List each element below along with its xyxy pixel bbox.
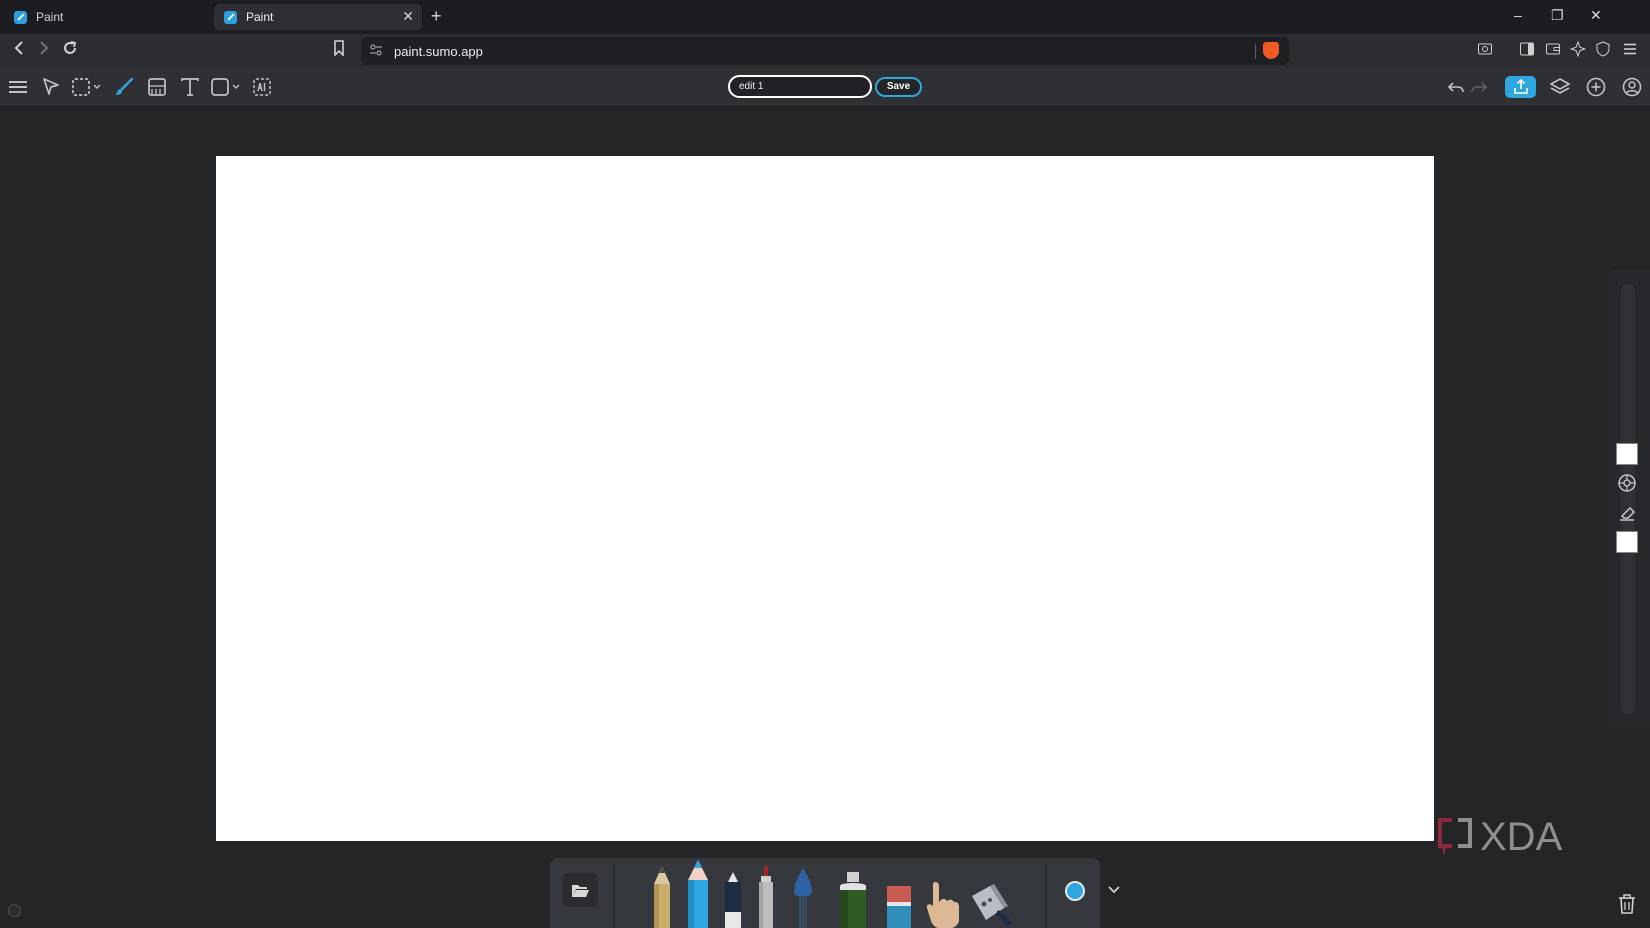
address-divider: [1255, 44, 1256, 59]
add-icon[interactable]: [1585, 76, 1607, 98]
leo-ai-icon[interactable]: [1569, 40, 1587, 61]
trash-icon[interactable]: [1617, 893, 1637, 915]
folder-icon: [572, 885, 589, 897]
brush-settings-panel: [1608, 270, 1650, 728]
tab-close-icon[interactable]: ✕: [402, 8, 414, 25]
fill-bucket-icon[interactable]: [968, 882, 1014, 928]
chevron-down-icon[interactable]: [1106, 882, 1122, 898]
text-icon[interactable]: [179, 76, 201, 98]
marker-icon[interactable]: [722, 870, 744, 928]
layers-icon[interactable]: [1549, 76, 1571, 98]
toolbox-divider: [613, 864, 615, 928]
eraser-block-icon[interactable]: [886, 886, 912, 928]
menu-icon[interactable]: [1622, 41, 1638, 61]
browser-tab-strip: Paint Paint ✕ + – ❐ ✕: [0, 0, 1650, 34]
vpn-icon[interactable]: [1595, 41, 1611, 61]
sidebar-icon[interactable]: [1519, 41, 1535, 61]
smudge-finger-icon[interactable]: [925, 880, 961, 928]
window-close-button[interactable]: ✕: [1590, 7, 1602, 24]
paint-favicon: [14, 10, 27, 24]
share-button[interactable]: [1505, 76, 1536, 98]
share-icon: [1514, 79, 1528, 94]
color-wheel-icon[interactable]: [1617, 473, 1637, 493]
minimize-button[interactable]: –: [1514, 7, 1522, 23]
site-settings-icon[interactable]: [369, 43, 383, 60]
account-icon[interactable]: [1621, 76, 1643, 98]
browser-tab-paint-2[interactable]: Paint ✕: [214, 4, 422, 30]
xda-watermark-logo: XDA: [1438, 815, 1563, 859]
screenshot-icon[interactable]: [1477, 41, 1493, 61]
tab-title: Paint: [246, 10, 274, 24]
bookmark-icon[interactable]: [333, 40, 345, 61]
paint-favicon: [224, 10, 237, 24]
primary-color-swatch[interactable]: [1616, 443, 1638, 465]
pattern-icon[interactable]: [146, 76, 168, 98]
address-bar[interactable]: paint.sumo.app: [361, 37, 1289, 65]
toolbox-divider: [1045, 864, 1047, 928]
status-indicator: [8, 904, 21, 917]
shape-icon[interactable]: [210, 76, 244, 98]
select-icon[interactable]: [40, 76, 62, 98]
watermark-text: XDA: [1480, 815, 1563, 859]
secondary-color-swatch[interactable]: [1616, 531, 1638, 553]
spray-can-icon[interactable]: [836, 872, 870, 928]
colored-pencil-icon[interactable]: [685, 860, 711, 928]
eraser-icon[interactable]: [1617, 503, 1637, 523]
paint-toolbar: Save: [0, 68, 1650, 105]
ai-icon[interactable]: [251, 76, 273, 98]
brush-size-slider[interactable]: [1621, 284, 1635, 714]
marquee-icon[interactable]: [71, 76, 105, 98]
save-button[interactable]: Save: [875, 77, 922, 97]
open-file-button[interactable]: [563, 873, 598, 907]
wallet-icon[interactable]: [1545, 41, 1561, 61]
filename-input[interactable]: [728, 75, 872, 98]
forward-icon[interactable]: [37, 40, 51, 61]
felt-tip-icon[interactable]: [756, 866, 776, 928]
drawing-canvas[interactable]: [216, 156, 1434, 841]
new-tab-button[interactable]: +: [431, 6, 442, 27]
pencil-icon[interactable]: [650, 866, 674, 928]
address-url[interactable]: paint.sumo.app: [394, 44, 483, 59]
back-icon[interactable]: [12, 40, 26, 61]
tab-title: Paint: [36, 10, 64, 24]
redo-icon[interactable]: [1468, 76, 1490, 98]
restore-button[interactable]: ❐: [1551, 7, 1564, 24]
brush-icon[interactable]: [113, 76, 135, 98]
browser-tab-paint-1[interactable]: Paint: [4, 4, 204, 30]
current-color-dot: [1065, 881, 1085, 901]
hamburger-menu-icon[interactable]: [7, 76, 29, 98]
brush-toolbox: [550, 858, 1100, 928]
undo-icon[interactable]: [1445, 76, 1467, 98]
browser-navbar: paint.sumo.app: [0, 34, 1650, 68]
reload-icon[interactable]: [62, 40, 78, 61]
brave-shield-icon[interactable]: [1263, 42, 1279, 59]
paint-brush-icon[interactable]: [790, 868, 816, 928]
